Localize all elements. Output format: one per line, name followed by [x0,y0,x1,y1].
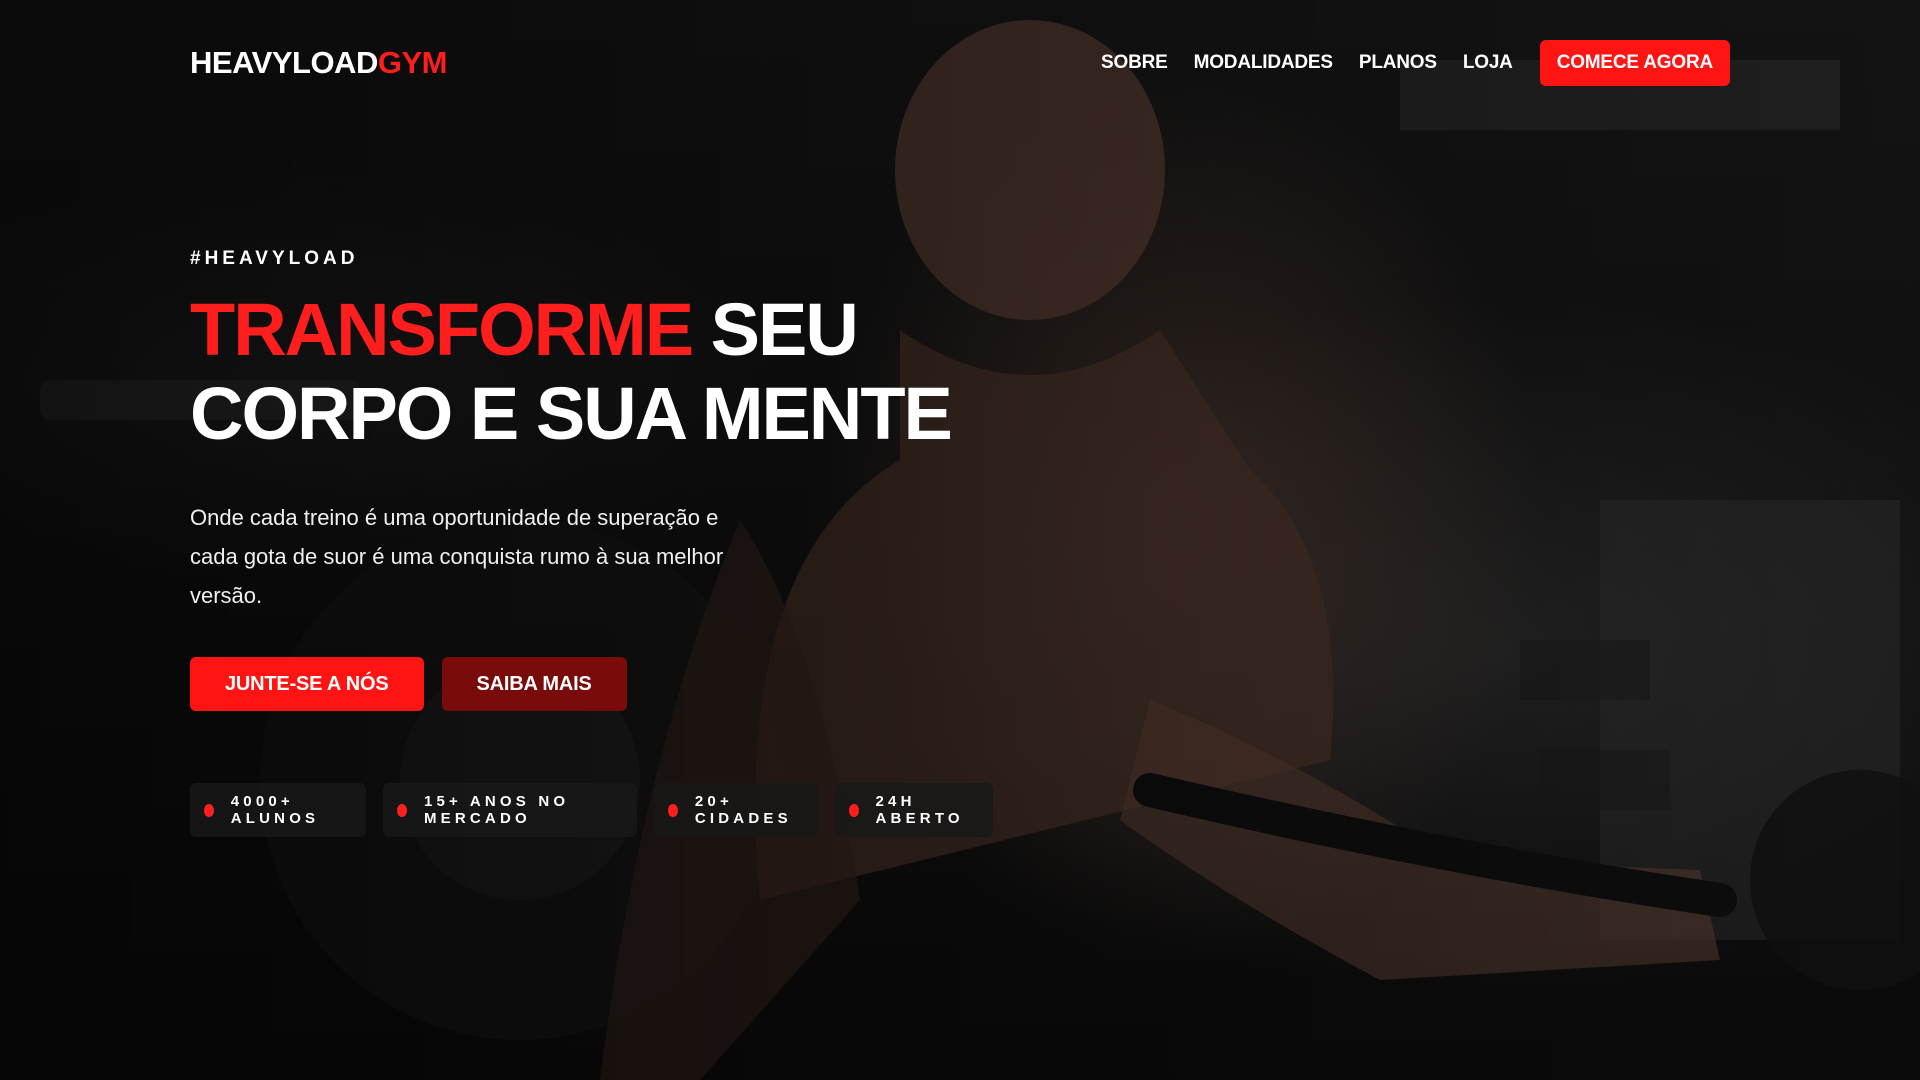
hero-tag: #HEAVYLOAD [190,248,359,269]
join-us-button[interactable]: JUNTE-SE A NÓS [190,657,424,711]
red-dot-icon [668,803,678,817]
headline-line1-rest: SEU [710,288,859,371]
stat-badge: 20+ CIDADES [654,783,818,837]
stat-label: 24H ABERTO [875,793,964,827]
brand-name-accent: GYM [377,45,448,80]
red-dot-icon [204,803,214,817]
stat-badge: 24H ABERTO [834,783,993,837]
hero-description: Onde cada treino é uma oportunidade de s… [190,505,724,608]
headline-line2: CORPO E SUA MENTE [190,372,953,455]
headline-accent: TRANSFORME [190,288,694,371]
stat-label: 4000+ ALUNOS [230,793,320,827]
learn-more-button[interactable]: SAIBA MAIS [441,657,627,711]
hero-headline: TRANSFORME SEU CORPO E SUA MENTE [190,288,1010,456]
stats-row: 4000+ ALUNOS 15+ ANOS NO MERCADO 20+ CID… [190,783,1010,837]
nav-link-modalidades[interactable]: MODALIDADES [1194,52,1333,74]
stat-label: 15+ ANOS NO MERCADO [423,793,570,827]
stat-label: 20+ CIDADES [694,793,792,827]
brand-name-main: HEAVYLOAD [190,45,378,80]
nav-link-sobre[interactable]: SOBRE [1101,52,1168,74]
hero-content: #HEAVYLOAD TRANSFORME SEU CORPO E SUA ME… [190,248,1010,837]
brand-logo[interactable]: HEAVYLOADGYM [190,45,447,81]
stat-badge: 4000+ ALUNOS [190,783,367,837]
red-dot-icon [848,803,859,817]
red-dot-icon [397,803,407,817]
nav-link-planos[interactable]: PLANOS [1359,52,1437,74]
hero-section: HEAVYLOADGYM SOBRE MODALIDADES PLANOS LO… [0,0,1920,1080]
nav-link-loja[interactable]: LOJA [1463,52,1513,74]
start-now-button[interactable]: COMECE AGORA [1539,40,1730,86]
top-navbar: HEAVYLOADGYM SOBRE MODALIDADES PLANOS LO… [190,40,1730,86]
hero-buttons: JUNTE-SE A NÓS SAIBA MAIS [190,657,1010,711]
stat-badge: 15+ ANOS NO MERCADO [383,783,638,837]
nav-menu: SOBRE MODALIDADES PLANOS LOJA COMECE AGO… [1075,40,1730,86]
